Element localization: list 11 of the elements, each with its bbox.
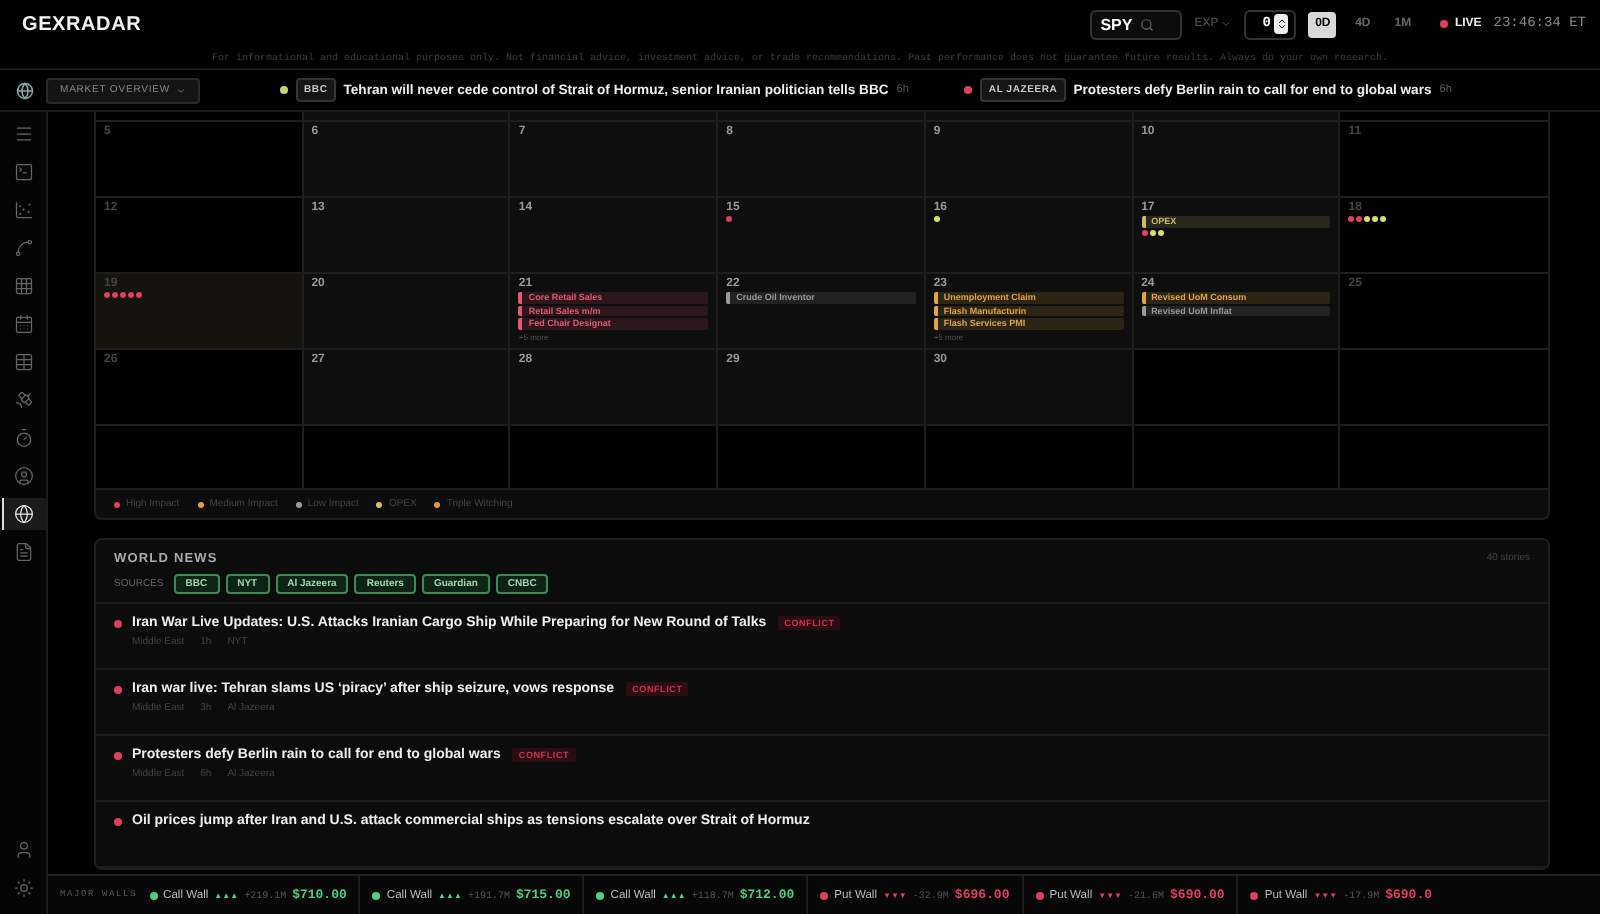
chevron-down-icon <box>176 85 186 95</box>
symbol-field[interactable]: SPY <box>1090 9 1183 39</box>
bullet-dot <box>114 686 122 694</box>
chevron-down-icon <box>1220 18 1233 30</box>
bullet-dot <box>114 818 122 826</box>
bullet-dot <box>114 620 122 628</box>
app-logo: GEXRADAR <box>22 13 142 35</box>
stepper-icon[interactable] <box>1274 14 1289 34</box>
bullet-dot <box>114 752 122 760</box>
search-icon <box>1140 17 1155 31</box>
globe-icon[interactable] <box>16 81 34 99</box>
